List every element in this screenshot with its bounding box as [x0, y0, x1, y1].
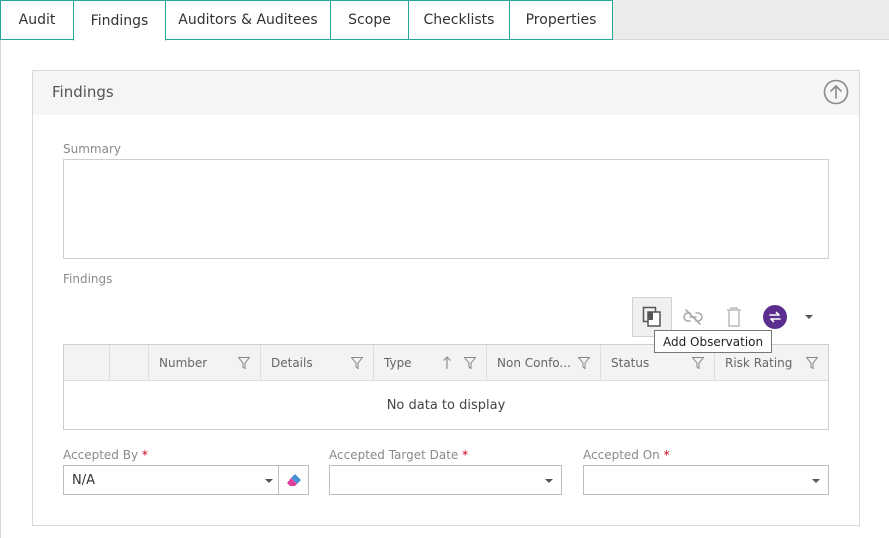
- delete-icon: [727, 307, 741, 327]
- chevron-down-icon: [545, 479, 553, 483]
- chevron-down-icon: [265, 479, 273, 483]
- tab-label: Audit: [18, 12, 56, 28]
- findings-label: Findings: [63, 272, 113, 286]
- summary-label: Summary: [63, 142, 121, 156]
- tab-label: Scope: [348, 12, 391, 28]
- filter-icon[interactable]: [806, 357, 818, 369]
- accepted-by-select[interactable]: N/A: [63, 465, 279, 495]
- tab-scope[interactable]: Scope: [330, 0, 409, 40]
- tab-properties[interactable]: Properties: [509, 0, 613, 40]
- tab-auditors-auditees[interactable]: Auditors & Auditees: [165, 0, 331, 40]
- column-label: Risk Rating: [725, 356, 793, 370]
- toolbar-more-dropdown[interactable]: [789, 297, 829, 337]
- column-header-non-conformity[interactable]: Non Confo...: [487, 345, 601, 381]
- column-label: Status: [611, 356, 650, 370]
- tab-content: Findings Summary Findings Add Observatio…: [0, 40, 889, 538]
- required-marker: *: [141, 448, 148, 462]
- column-header-number[interactable]: Number: [149, 345, 261, 381]
- tab-label: Auditors & Auditees: [178, 12, 318, 28]
- filter-icon[interactable]: [578, 357, 590, 369]
- sync-icon: [763, 305, 787, 329]
- findings-panel: Findings Summary Findings Add Observatio…: [32, 70, 860, 526]
- tab-checklists[interactable]: Checklists: [408, 0, 510, 40]
- filter-icon[interactable]: [692, 357, 704, 369]
- tab-audit[interactable]: Audit: [0, 0, 74, 40]
- tab-label: Properties: [525, 12, 597, 28]
- filter-icon[interactable]: [464, 357, 476, 369]
- accepted-on-label-text: Accepted On: [583, 448, 660, 462]
- summary-textarea[interactable]: [63, 159, 829, 259]
- accepted-by-label-text: Accepted By: [63, 448, 139, 462]
- panel-title: Findings: [52, 83, 114, 101]
- eraser-icon: [286, 474, 301, 486]
- column-header-type[interactable]: Type: [374, 345, 487, 381]
- grid-expand-column: [110, 345, 149, 381]
- column-label: Type: [384, 356, 412, 370]
- filter-icon[interactable]: [238, 357, 250, 369]
- clear-accepted-by-button[interactable]: [279, 465, 309, 495]
- tab-label: Findings: [90, 12, 149, 29]
- tab-findings[interactable]: Findings: [73, 0, 166, 41]
- accepted-on-select[interactable]: [583, 465, 829, 495]
- sort-ascending-icon[interactable]: [442, 356, 452, 370]
- dropdown-caret-icon: [805, 315, 813, 319]
- accepted-target-date-label: Accepted Target Date *: [329, 448, 468, 462]
- accepted-on-label: Accepted On *: [583, 448, 670, 462]
- accepted-by-label: Accepted By *: [63, 448, 148, 462]
- column-header-details[interactable]: Details: [261, 345, 374, 381]
- add-observation-icon: [642, 306, 661, 327]
- accepted-target-date-label-text: Accepted Target Date: [329, 448, 459, 462]
- required-marker: *: [663, 448, 670, 462]
- accepted-by-value: N/A: [72, 473, 95, 488]
- filter-icon[interactable]: [351, 357, 363, 369]
- tab-label: Checklists: [423, 12, 495, 28]
- column-label: Number: [159, 356, 208, 370]
- panel-header: Findings: [33, 71, 859, 115]
- required-marker: *: [462, 448, 469, 462]
- tab-bar: Audit Findings Auditors & Auditees Scope…: [0, 0, 889, 41]
- grid-empty-message: No data to display: [386, 397, 506, 413]
- grid-select-column: [64, 345, 110, 381]
- collapse-arrow-up-icon[interactable]: [823, 79, 849, 105]
- accepted-target-date-select[interactable]: [329, 465, 562, 495]
- column-label: Details: [271, 356, 313, 370]
- column-label: Non Confo...: [497, 356, 571, 370]
- findings-grid: Number Details Type Non Confo... Status …: [63, 344, 829, 430]
- tooltip: Add Observation: [654, 330, 773, 353]
- chevron-down-icon: [812, 479, 820, 483]
- unlink-icon: [683, 309, 703, 325]
